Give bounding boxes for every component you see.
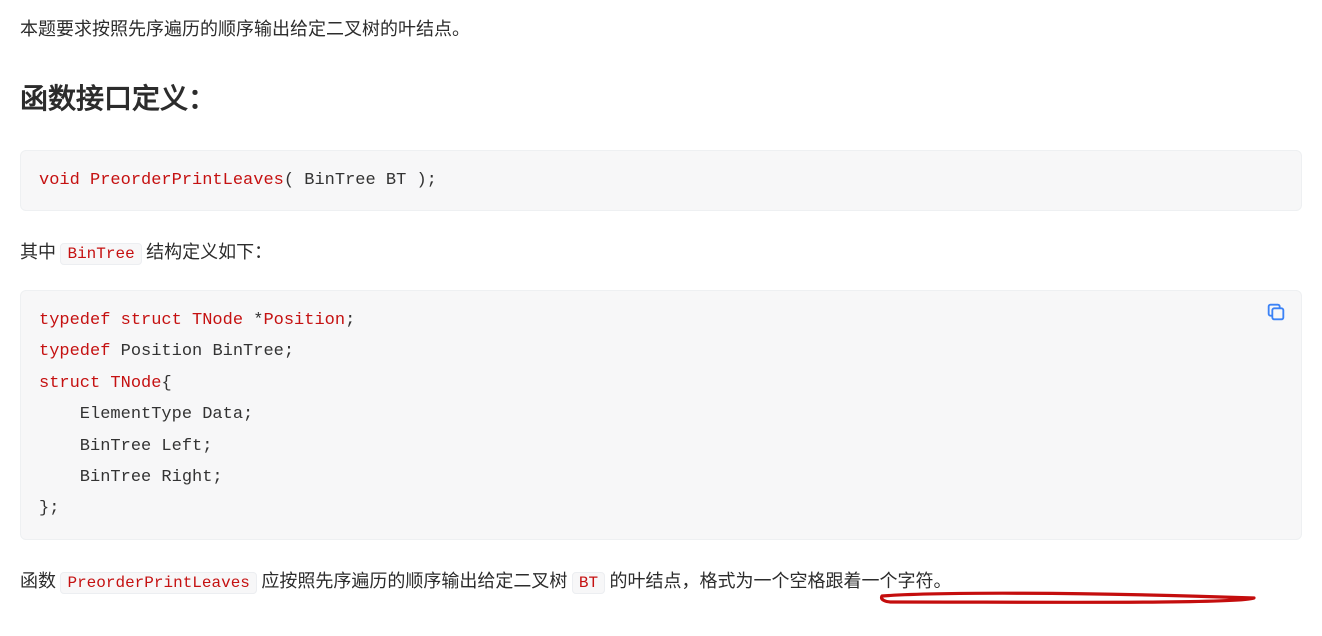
inline-code-functionname: PreorderPrintLeaves <box>60 572 256 594</box>
line-data: ElementType Data; <box>39 405 253 424</box>
line-left: BinTree Left; <box>39 437 212 456</box>
typename-tnode-2: TNode <box>110 374 161 393</box>
final-pre: 函数 <box>20 571 60 592</box>
text-post: 结构定义如下： <box>142 242 272 263</box>
kw-struct-3: struct <box>39 374 100 393</box>
kw-typedef-struct-1: typedef struct <box>39 311 182 330</box>
struct-intro-paragraph: 其中 BinTree 结构定义如下： <box>20 239 1302 268</box>
final-mid1: 应按照先序遍历的顺序输出给定二叉树 <box>257 571 572 592</box>
function-name: PreorderPrintLeaves <box>90 171 284 190</box>
handdrawn-underline-annotation <box>878 590 1258 612</box>
text-pre: 其中 <box>20 242 60 263</box>
function-params: ( BinTree BT ); <box>284 171 437 190</box>
keyword-void: void <box>39 171 80 190</box>
star: * <box>243 311 263 330</box>
section-title: 函数接口定义： <box>20 77 1302 122</box>
brace-open: { <box>161 374 171 393</box>
inline-code-bt: BT <box>572 572 605 594</box>
line-right: BinTree Right; <box>39 468 223 487</box>
final-mid2: 的叶结点，格式为一个空格跟着一个字符。 <box>605 571 951 592</box>
inline-code-bintree: BinTree <box>60 243 141 265</box>
problem-intro: 本题要求按照先序遍历的顺序输出给定二叉树的叶结点。 <box>20 16 1302 45</box>
final-paragraph: 函数 PreorderPrintLeaves 应按照先序遍历的顺序输出给定二叉树… <box>20 568 952 597</box>
function-signature-code: void PreorderPrintLeaves( BinTree BT ); <box>20 150 1302 211</box>
typename-position: Position <box>263 311 345 330</box>
line2-tail: Position BinTree; <box>110 342 294 361</box>
kw-typedef-2: typedef <box>39 342 110 361</box>
struct-definition-code: typedef struct TNode *Position; typedef … <box>20 290 1302 540</box>
semi-1: ; <box>345 311 355 330</box>
copy-icon[interactable] <box>1265 301 1287 323</box>
line-close: }; <box>39 499 59 518</box>
typename-tnode-1: TNode <box>192 311 243 330</box>
